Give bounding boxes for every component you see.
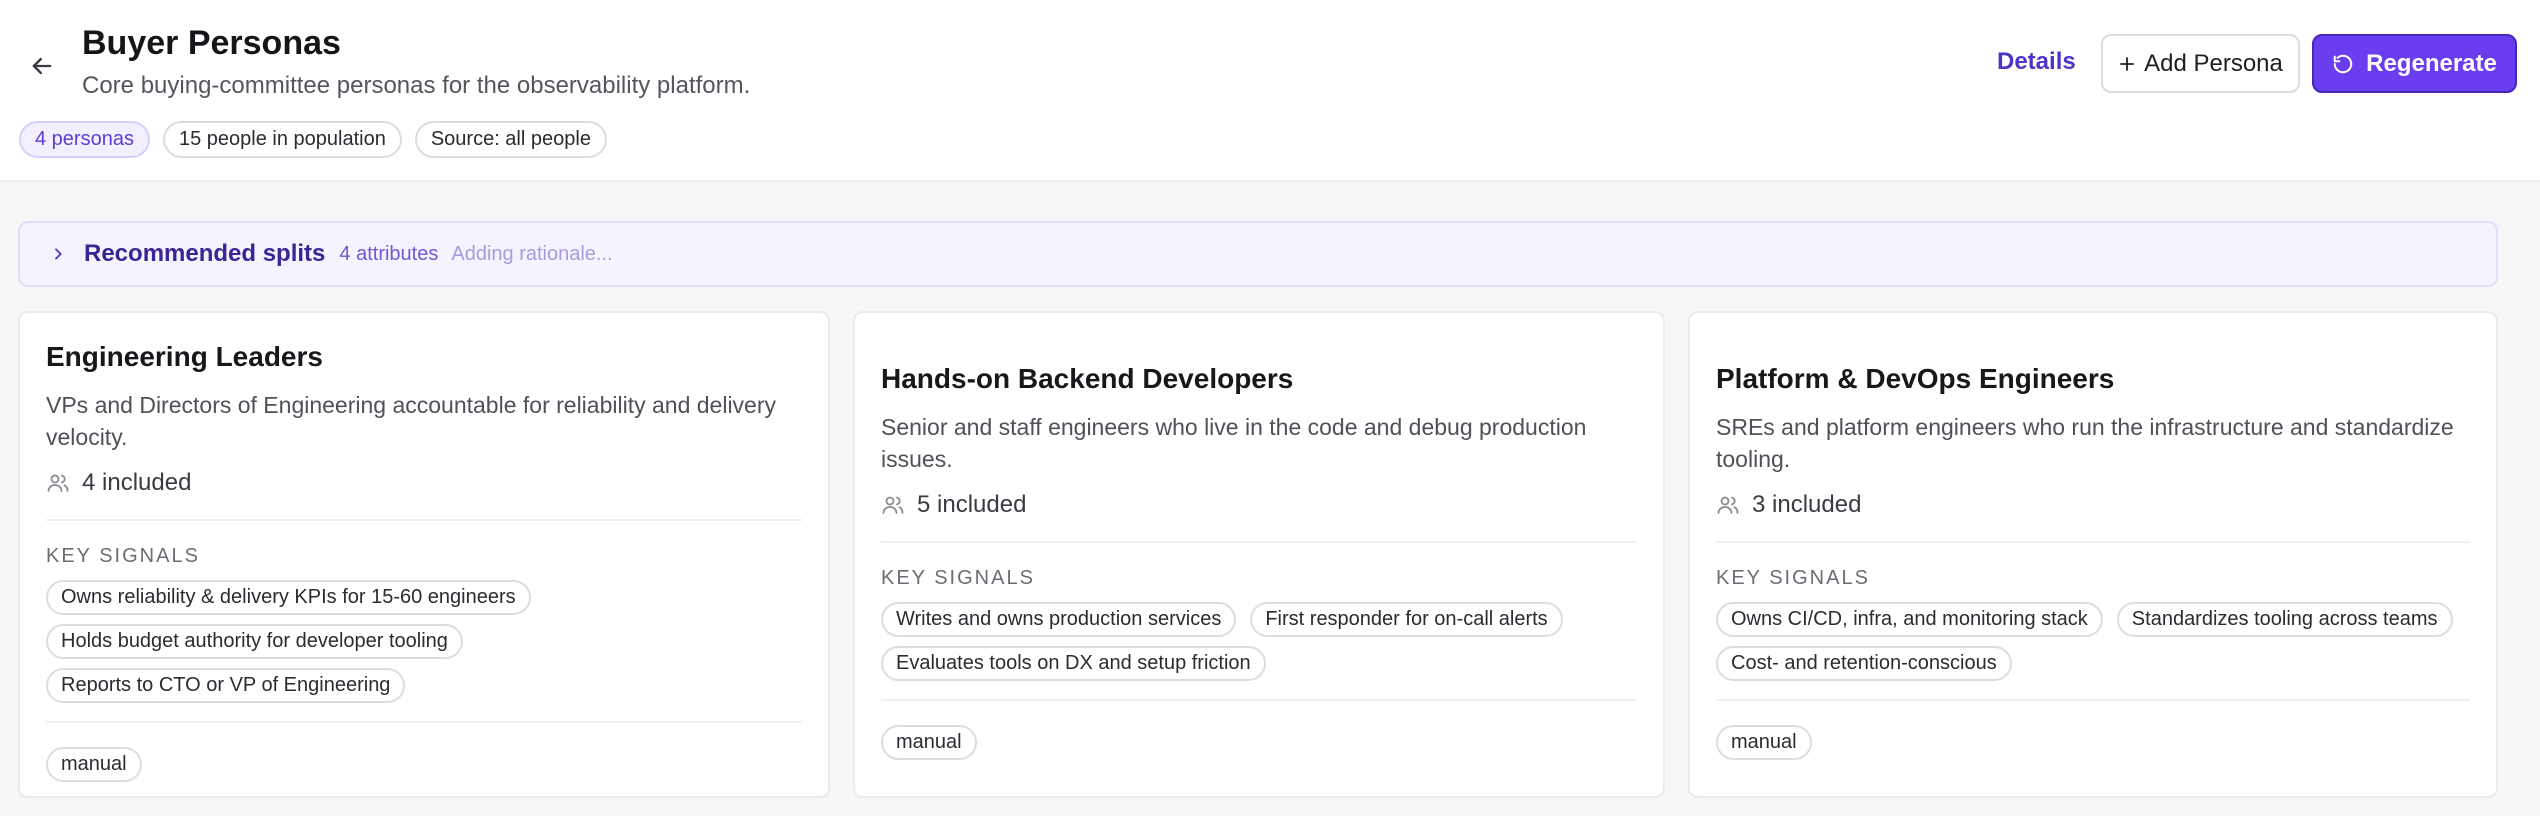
signal-chip: Evaluates tools on DX and setup friction: [881, 646, 1266, 681]
persona-name: Engineering Leaders: [46, 341, 323, 372]
divider: [881, 699, 1637, 701]
persona-name: Platform & DevOps Engineers: [1716, 363, 2115, 394]
meta-pills: 4 personas 15 people in population Sourc…: [19, 121, 607, 158]
divider: [1716, 541, 2470, 543]
users-icon: [882, 496, 904, 514]
chevron-right-icon: [50, 245, 70, 263]
persona-card[interactable]: Hands-on Backend Developers Senior and s…: [853, 311, 1665, 798]
key-signals-heading: KEY SIGNALS: [1716, 567, 1870, 589]
persona-card[interactable]: Platform & DevOps Engineers SREs and pla…: [1688, 311, 2498, 798]
source-tag: manual: [46, 747, 142, 782]
regenerate-label: Regenerate: [2366, 49, 2497, 77]
included-label: 5 included: [917, 491, 1027, 518]
details-link[interactable]: Details: [1997, 48, 2076, 76]
included-count: 3 included: [1716, 491, 2470, 519]
users-icon: [47, 474, 69, 492]
source-badge: Source: all people: [414, 121, 607, 158]
refresh-icon: [2333, 54, 2353, 73]
persona-card[interactable]: Engineering Leaders VPs and Directors of…: [18, 311, 830, 798]
splits-title: Recommended splits: [84, 240, 326, 267]
users-icon: [1717, 496, 1739, 514]
divider: [46, 721, 802, 723]
included-count: 4 included: [46, 469, 802, 497]
key-signals-heading: KEY SIGNALS: [881, 567, 1035, 589]
signal-chip: Owns CI/CD, infra, and monitoring stack: [1716, 602, 2103, 637]
signal-chip: Owns reliability & delivery KPIs for 15-…: [46, 580, 531, 615]
page-subtitle: Core buying-committee personas for the o…: [82, 72, 751, 99]
included-label: 3 included: [1752, 491, 1862, 518]
key-signals-heading: KEY SIGNALS: [46, 545, 200, 567]
divider: [1716, 699, 2470, 701]
signal-chip: Holds budget authority for developer too…: [46, 624, 463, 659]
splits-status: Adding rationale...: [451, 242, 613, 265]
source-tag: manual: [881, 725, 977, 760]
population-badge: 15 people in population: [162, 121, 402, 158]
page-header: Buyer Personas Core buying-committee per…: [0, 0, 2540, 182]
persona-description: VPs and Directors of Engineering account…: [46, 392, 777, 450]
signal-chip: Standardizes tooling across teams: [2116, 602, 2453, 637]
add-persona-label: Add Persona: [2144, 49, 2283, 77]
signal-list: Owns CI/CD, infra, and monitoring stack …: [1716, 602, 2470, 681]
divider: [46, 519, 802, 521]
signal-chip: Cost- and retention-conscious: [1716, 646, 2012, 681]
regenerate-button[interactable]: Regenerate: [2312, 34, 2517, 93]
signal-chip: First responder for on-call alerts: [1250, 602, 1563, 637]
add-persona-button[interactable]: Add Persona: [2101, 34, 2300, 93]
persona-description: Senior and staff engineers who live in t…: [881, 414, 1587, 472]
signal-chip: Writes and owns production services: [881, 602, 1237, 637]
arrow-left-icon: [32, 57, 52, 75]
splits-count: 4 attributes: [339, 242, 439, 265]
source-tag: manual: [1716, 725, 1812, 760]
divider: [881, 541, 1637, 543]
persona-name: Hands-on Backend Developers: [881, 363, 1294, 394]
included-label: 4 included: [82, 469, 192, 496]
recommended-splits-toggle[interactable]: Recommended splits 4 attributes Adding r…: [18, 221, 2498, 287]
plus-icon: [2120, 56, 2135, 71]
persona-count-badge: 4 personas: [19, 121, 150, 158]
included-count: 5 included: [881, 491, 1637, 519]
back-button[interactable]: [22, 46, 62, 86]
signal-chip: Reports to CTO or VP of Engineering: [46, 668, 406, 703]
persona-description: SREs and platform engineers who run the …: [1716, 414, 2454, 472]
signal-list: Writes and owns production services Firs…: [881, 602, 1637, 681]
signal-list: Owns reliability & delivery KPIs for 15-…: [46, 580, 802, 703]
page-title: Buyer Personas: [82, 24, 341, 62]
